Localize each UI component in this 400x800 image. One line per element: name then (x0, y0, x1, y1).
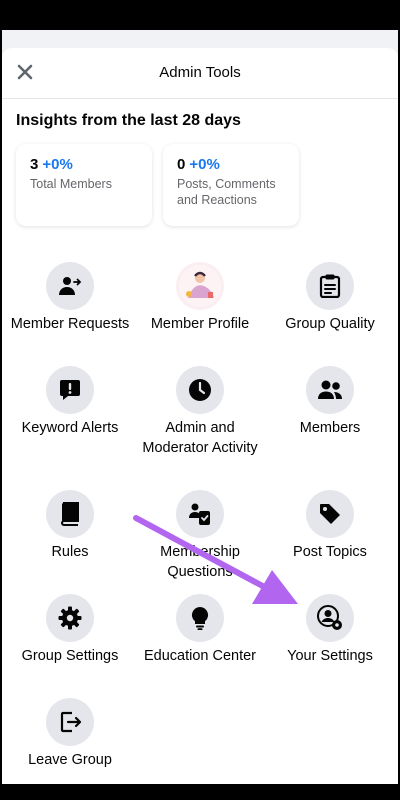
total-members-card[interactable]: 3 +0% Total Members (16, 144, 152, 226)
tool-group-settings[interactable]: Group Settings (5, 594, 135, 667)
tool-education-center[interactable]: Education Center (135, 594, 265, 667)
alert-bubble-icon (60, 380, 80, 400)
card-label: Total Members (30, 177, 112, 191)
engagement-card[interactable]: 0 +0% Posts, Comments and Reactions (163, 144, 299, 226)
tool-member-profile[interactable]: Member Profile (135, 262, 265, 335)
tool-label: Post Topics (293, 544, 367, 560)
tool-keyword-alerts[interactable]: Keyword Alerts (5, 366, 135, 439)
tool-member-requests[interactable]: Member Requests (5, 262, 135, 335)
tool-leave-group[interactable]: Leave Group (5, 698, 135, 771)
tool-label: Group Settings (21, 648, 119, 664)
tool-label: Education Center (143, 648, 257, 664)
tool-label: Member Requests (10, 316, 130, 332)
tool-label: Admin and Moderator Activity (142, 420, 258, 456)
tool-label: Members (299, 420, 361, 436)
tool-label: Membership Questions (160, 544, 240, 580)
member-profile-avatar (179, 265, 221, 307)
user-settings-icon (317, 605, 342, 630)
admin-tools-sheet: Admin Tools Insights from the last 28 da… (2, 48, 398, 784)
clipboard-icon (319, 274, 341, 298)
tool-label: Keyword Alerts (21, 420, 119, 436)
book-icon (61, 502, 79, 526)
tool-admin-activity[interactable]: Admin and Moderator Activity (135, 366, 265, 458)
member-requests-icon (59, 277, 82, 295)
tool-rules[interactable]: Rules (5, 490, 135, 563)
tool-label: Leave Group (28, 752, 112, 768)
card-value: 0 (177, 156, 186, 173)
tool-label: Your Settings (287, 648, 373, 664)
gear-icon (58, 606, 82, 630)
card-change: +0% (189, 156, 220, 173)
tag-icon (320, 504, 340, 524)
tool-label: Group Quality (285, 316, 375, 332)
header: Admin Tools (2, 48, 398, 99)
insights-title: Insights from the last 28 days (16, 112, 241, 129)
tool-members[interactable]: Members (265, 366, 395, 439)
tool-your-settings[interactable]: Your Settings (265, 594, 395, 667)
clock-icon (189, 379, 211, 401)
page-title: Admin Tools (159, 64, 241, 81)
card-value: 3 (30, 156, 39, 173)
tool-group-quality[interactable]: Group Quality (265, 262, 395, 335)
tool-membership-questions[interactable]: Membership Questions (135, 490, 265, 582)
exit-icon (60, 711, 82, 733)
member-questions-icon (189, 503, 210, 525)
card-change: +0% (42, 156, 73, 173)
tool-label: Member Profile (150, 316, 250, 332)
people-icon (318, 380, 342, 399)
tool-label: Rules (51, 544, 89, 560)
card-label: Posts, Comments and Reactions (177, 177, 276, 207)
phone-screen: Admin Tools Insights from the last 28 da… (2, 30, 398, 784)
tool-post-topics[interactable]: Post Topics (265, 490, 395, 563)
lightbulb-icon (191, 606, 209, 630)
